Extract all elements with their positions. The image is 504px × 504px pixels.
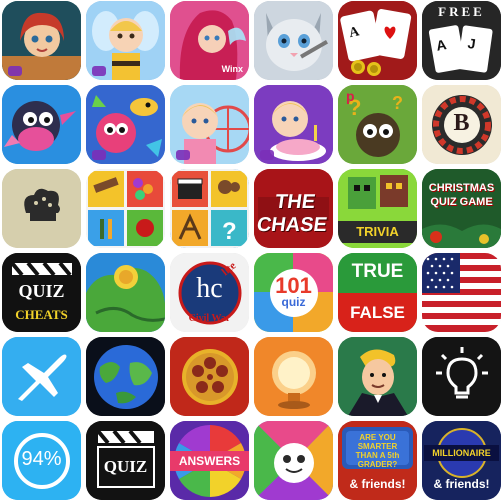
app-icon-r6c1[interactable]: 94% <box>2 421 81 500</box>
app-icon-sublabel: FALSE <box>350 303 405 322</box>
app-icon-sublabel: quiz <box>281 295 306 309</box>
app-icon-r4c6[interactable] <box>422 253 501 332</box>
app-icon-r5c2[interactable] <box>86 337 165 416</box>
app-icon-r3c2[interactable] <box>86 169 165 248</box>
app-icon-r6c2[interactable]: QUIZ <box>86 421 165 500</box>
app-icon-r4c4[interactable]: 101 quiz <box>254 253 333 332</box>
app-icon-r4c1[interactable]: QUIZ CHEATS <box>2 253 81 332</box>
app-icon-label: TRUE <box>351 261 404 282</box>
app-icon-r2c3[interactable] <box>170 85 249 164</box>
app-icon-r1c5[interactable]: A <box>338 1 417 80</box>
app-icon-r5c1[interactable] <box>2 337 81 416</box>
app-icon-label: FREE <box>438 4 485 19</box>
app-icon-r5c3[interactable] <box>170 337 249 416</box>
app-icon-label: MILLIONAIRE <box>432 448 491 458</box>
app-icon-r3c6[interactable]: CHRISTMAS QUIZ GAME <box>422 169 501 248</box>
app-icon-label: ARE YOU SMARTER THAN A 5th GRADER? <box>355 433 400 469</box>
app-icon-r6c5[interactable]: ARE YOU SMARTER THAN A 5th GRADER? & fri… <box>338 421 417 500</box>
app-icon-grid: Winx A A J FREE ? ? p B ? THE CHASE TRIV… <box>0 0 504 504</box>
app-icon-label: QUIZ <box>18 281 65 301</box>
app-icon-r6c6[interactable]: MILLIONAIRE & friends! <box>422 421 501 500</box>
app-icon-r3c1[interactable] <box>2 169 81 248</box>
svg-text:?: ? <box>222 218 237 245</box>
app-icon-label: CHRISTMAS QUIZ GAME <box>428 182 495 208</box>
svg-text:p: p <box>346 88 355 104</box>
app-icon-caption: Civil War <box>188 313 231 324</box>
app-icon-r5c6[interactable] <box>422 337 501 416</box>
app-icon-r5c5[interactable] <box>338 337 417 416</box>
developer-badge <box>260 150 274 160</box>
app-icon-label: B <box>453 110 470 136</box>
app-icon-r6c4[interactable] <box>254 421 333 500</box>
app-icon-r1c2[interactable] <box>86 1 165 80</box>
app-icon-sublabel: & friends! <box>349 477 406 491</box>
developer-badge <box>176 150 190 160</box>
app-icon-r1c1[interactable] <box>2 1 81 80</box>
app-icon-r4c3[interactable]: hc lite Civil War <box>170 253 249 332</box>
developer-badge <box>8 66 22 76</box>
app-icon-r2c6[interactable]: B <box>422 85 501 164</box>
developer-badge <box>92 150 106 160</box>
svg-text:?: ? <box>392 93 403 113</box>
app-icon-r2c4[interactable] <box>254 85 333 164</box>
app-icon-r1c6[interactable]: A J FREE <box>422 1 501 80</box>
app-icon-r6c3[interactable]: ANSWERS <box>170 421 249 500</box>
app-icon-r1c3[interactable]: Winx <box>170 1 249 80</box>
app-icon-r3c5[interactable]: TRIVIA <box>338 169 417 248</box>
app-icon-sublabel: & friends! <box>433 477 490 491</box>
app-icon-r2c5[interactable]: ? ? p <box>338 85 417 164</box>
app-icon-label: Winx <box>221 64 243 74</box>
app-icon-label: TRIVIA <box>356 224 399 239</box>
app-icon-r4c5[interactable]: TRUE FALSE <box>338 253 417 332</box>
app-icon-label: ANSWERS <box>178 454 241 468</box>
app-icon-r5c4[interactable] <box>254 337 333 416</box>
app-icon-r4c2[interactable] <box>86 253 165 332</box>
app-icon-r3c3[interactable]: ? <box>170 169 249 248</box>
app-icon-label: 94% <box>21 448 62 470</box>
app-icon-r2c2[interactable] <box>86 85 165 164</box>
app-icon-r1c4[interactable] <box>254 1 333 80</box>
app-icon-r2c1[interactable] <box>2 85 81 164</box>
app-icon-r3c4[interactable]: THE CHASE <box>254 169 333 248</box>
app-icon-label: QUIZ <box>103 457 148 476</box>
app-icon-sublabel: CHEATS <box>15 307 68 322</box>
app-icon-label: hc <box>196 273 223 304</box>
developer-badge <box>92 66 106 76</box>
app-icon-label: THE CHASE <box>255 191 329 236</box>
